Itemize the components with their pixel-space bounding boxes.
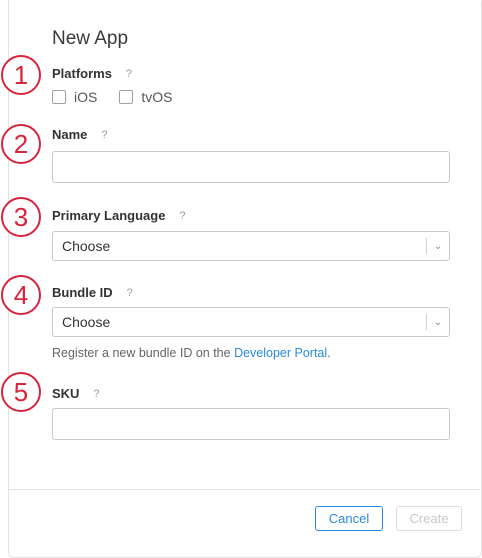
- name-label: Name ?: [52, 127, 111, 142]
- chevron-down-icon[interactable]: ⌄: [427, 241, 449, 252]
- cancel-button[interactable]: Cancel: [315, 506, 383, 531]
- name-input[interactable]: [52, 151, 450, 183]
- step-badge-2: 2: [1, 124, 41, 164]
- dialog-title: New App: [52, 28, 129, 49]
- platform-ios-option[interactable]: iOS: [52, 89, 97, 105]
- bundle-id-select[interactable]: Choose ⌄: [52, 307, 450, 337]
- platform-tvos-label: tvOS: [141, 89, 173, 105]
- bundle-id-label-text: Bundle ID: [52, 285, 113, 300]
- platform-ios-label: iOS: [74, 89, 98, 105]
- platform-ios-checkbox[interactable]: [52, 90, 66, 104]
- primary-language-selected: Choose: [62, 238, 111, 254]
- platforms-options: iOS tvOS: [52, 89, 194, 105]
- sku-help-icon[interactable]: ?: [89, 387, 103, 401]
- sku-label: SKU ?: [52, 386, 103, 401]
- bundle-id-help-icon[interactable]: ?: [123, 286, 137, 300]
- platform-tvos-option[interactable]: tvOS: [119, 89, 172, 105]
- developer-portal-link[interactable]: Developer Portal: [234, 346, 327, 360]
- primary-language-label: Primary Language ?: [52, 208, 189, 223]
- step-badge-3: 3: [1, 197, 41, 237]
- bundle-id-help-text: Register a new bundle ID on the Develope…: [52, 346, 331, 360]
- new-app-dialog: [8, 0, 482, 558]
- platform-tvos-checkbox[interactable]: [119, 90, 134, 104]
- name-label-text: Name: [52, 127, 88, 142]
- step-badge-5: 5: [1, 372, 41, 412]
- platforms-label-text: Platforms: [52, 66, 112, 81]
- bundle-id-help-prefix: Register a new bundle ID on the: [52, 346, 235, 360]
- step-badge-1: 1: [1, 55, 41, 95]
- platforms-help-icon[interactable]: ?: [122, 67, 136, 81]
- create-button[interactable]: Create: [396, 506, 462, 531]
- primary-language-help-icon[interactable]: ?: [175, 209, 189, 223]
- footer-divider: [9, 489, 480, 490]
- primary-language-select[interactable]: Choose ⌄: [52, 231, 450, 261]
- sku-label-text: SKU: [52, 386, 80, 401]
- primary-language-label-text: Primary Language: [52, 208, 166, 223]
- sku-input[interactable]: [52, 408, 450, 440]
- bundle-id-selected: Choose: [62, 314, 111, 330]
- name-help-icon[interactable]: ?: [97, 128, 111, 142]
- step-badge-4: 4: [1, 275, 41, 315]
- platforms-label: Platforms ?: [52, 66, 136, 81]
- bundle-id-help-suffix: .: [327, 346, 331, 360]
- bundle-id-label: Bundle ID ?: [52, 285, 137, 300]
- chevron-down-icon[interactable]: ⌄: [427, 317, 449, 328]
